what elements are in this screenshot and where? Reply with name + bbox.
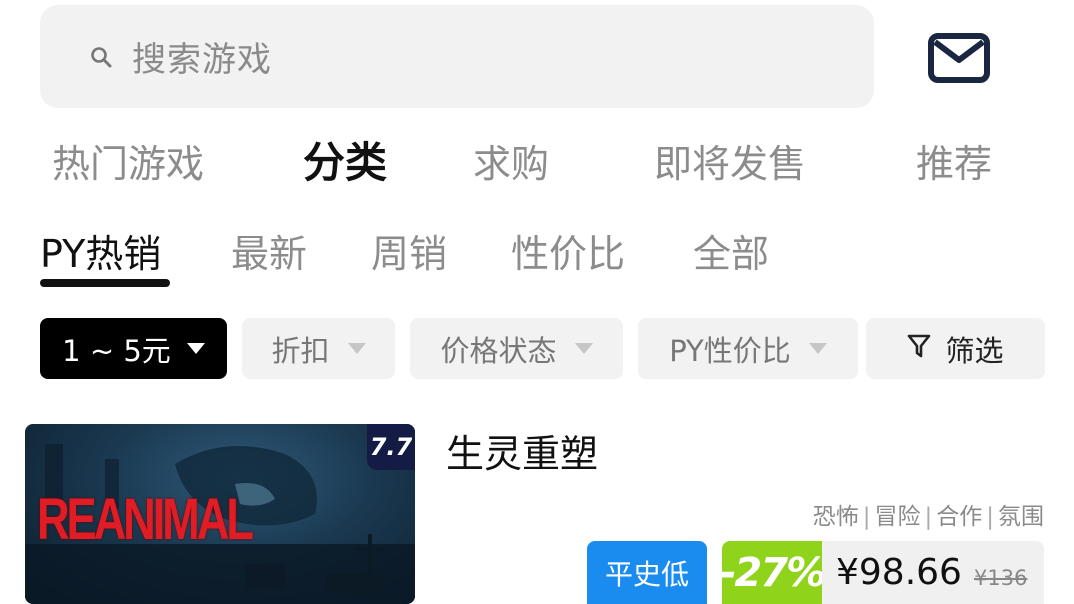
discount-filter[interactable]: 折扣 [242, 318, 395, 379]
search-bar[interactable]: 搜索游戏 [40, 5, 874, 108]
discount-filter-label: 折扣 [271, 333, 330, 368]
subtab-value[interactable]: 性价比 [511, 225, 625, 283]
tag: 冒险 [874, 504, 921, 530]
py-value-filter[interactable]: PY性价比 [638, 318, 858, 379]
subtab-py-hot[interactable]: PY热销 [40, 225, 161, 283]
mail-icon[interactable] [927, 32, 991, 84]
price-status-label: 价格状态 [440, 333, 557, 368]
original-price: ¥136 [973, 565, 1028, 590]
tag-separator: | [924, 504, 933, 530]
game-cover-image[interactable]: REANIMAL [25, 424, 415, 604]
cover-art-title: REANIMAL [37, 487, 254, 552]
caret-down-icon [347, 343, 366, 354]
price-status-filter[interactable]: 价格状态 [410, 318, 623, 379]
tag-separator: | [986, 504, 994, 530]
tag: 恐怖 [812, 504, 859, 530]
current-price: ¥98.66 [836, 552, 962, 593]
tab-hot-games[interactable]: 热门游戏 [52, 135, 204, 193]
subtab-newest[interactable]: 最新 [231, 225, 307, 283]
tab-recommended[interactable]: 推荐 [916, 135, 992, 193]
main-tabs: 热门游戏 分类 求购 即将发售 推荐 [0, 135, 1074, 195]
game-tags: 恐怖 | 冒险 | 合作 | 氛围 [760, 497, 1044, 531]
tag-separator: | [862, 504, 871, 530]
tab-wanted[interactable]: 求购 [473, 135, 549, 193]
game-title[interactable]: 生灵重塑 [446, 426, 598, 482]
search-icon [90, 46, 112, 68]
price-range-label: 1 ~ 5元 [62, 333, 171, 368]
funnel-icon [907, 332, 931, 366]
tag: 合作 [936, 504, 983, 530]
active-subtab-underline [40, 279, 170, 287]
screen-filter-label: 筛选 [945, 333, 1004, 368]
historical-low-badge: 平史低 [587, 541, 707, 604]
tab-category[interactable]: 分类 [303, 134, 387, 192]
subtab-weekly[interactable]: 周销 [371, 225, 447, 283]
caret-down-icon [808, 343, 827, 354]
score-badge: 7.7 [367, 424, 415, 470]
py-value-label: PY性价比 [669, 333, 791, 368]
subtab-all[interactable]: 全部 [693, 225, 769, 283]
search-placeholder: 搜索游戏 [132, 40, 272, 80]
caret-down-icon [574, 343, 593, 354]
tag: 氛围 [998, 504, 1044, 530]
price-box: ¥98.66 ¥136 [822, 541, 1044, 604]
tab-upcoming[interactable]: 即将发售 [654, 135, 806, 193]
filter-bar: 1 ~ 5元 折扣 价格状态 PY性价比 筛选 [0, 318, 1074, 380]
price-range-filter[interactable]: 1 ~ 5元 [40, 318, 227, 379]
discount-badge: -27% [720, 541, 826, 604]
screen-filter-button[interactable]: 筛选 [866, 318, 1045, 379]
caret-down-icon [186, 343, 205, 354]
